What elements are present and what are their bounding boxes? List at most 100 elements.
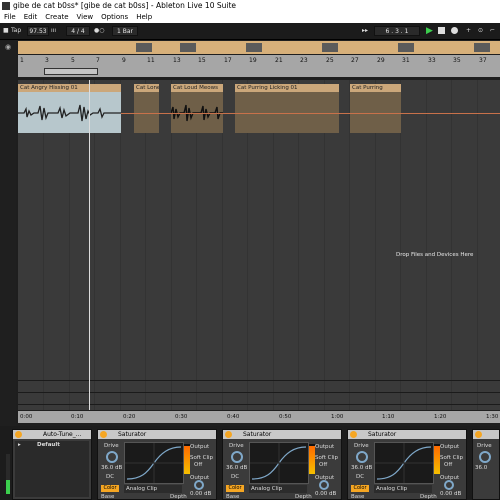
automation-line[interactable] [121,113,500,114]
device-power-icon[interactable] [100,431,107,438]
mode-select[interactable]: Analog Clip [374,485,432,493]
bar-label: 7 [96,57,100,64]
saturator-device[interactable]: Saturator Drive 36.0 dB DC Color Base An… [347,429,467,500]
arrangement-view[interactable]: Cat Angry Hissing 01 Cat Lonel Cat Loud … [18,80,500,410]
saturator-device[interactable]: Saturator Drive 36.0 dB DC Color Base An… [97,429,217,500]
output-knob[interactable] [444,480,454,490]
device-title: Auto-Tune_... [43,431,82,438]
audio-clip[interactable]: Cat Loud Meows [171,84,223,133]
menu-view[interactable]: View [73,12,98,23]
menu-create[interactable]: Create [41,12,72,23]
saturator-device-partial[interactable]: Drive 36.0 [472,429,500,500]
menu-help[interactable]: Help [132,12,156,23]
audio-clip[interactable]: Cat Purring [350,84,401,133]
dc-toggle[interactable]: DC [231,474,239,480]
output-value[interactable]: 0.00 dB [190,491,211,497]
softclip-label: Soft Clip [315,455,338,461]
output-value[interactable]: 0.00 dB [315,491,336,497]
rack-device[interactable]: Auto-Tune_... ▸ Default [12,429,92,500]
saturator-device[interactable]: Saturator Drive 36.0 dB DC Color Base An… [222,429,342,500]
device-power-icon[interactable] [15,431,22,438]
audio-clip[interactable]: Cat Lonel [134,84,159,133]
softclip-value[interactable]: Off [444,462,452,468]
drive-label: Drive [104,443,119,449]
overview-block [398,43,414,52]
bar-label: 1 [20,57,24,64]
time-signature-field[interactable]: 4 / 4 [66,26,90,36]
drive-knob[interactable] [106,451,118,463]
tempo-field[interactable]: 97.53 [27,26,49,36]
time-label: 0:00 [20,414,33,420]
session-record-icon[interactable]: + [466,26,471,36]
play-icon[interactable]: ▶ [426,26,433,36]
drive-value[interactable]: 36.0 [475,465,487,471]
audio-clip[interactable]: Cat Purring Licking 01 [235,84,339,133]
drive-value[interactable]: 36.0 dB [351,465,372,471]
output-knob[interactable] [319,480,329,490]
metronome-icon[interactable]: ●○ [94,26,104,36]
rack-chain-list[interactable]: ▸ Default [15,441,89,497]
time-label: 1:20 [434,414,447,420]
softclip-value[interactable]: Off [194,462,202,468]
dc-toggle[interactable]: DC [356,474,364,480]
menu-file[interactable]: File [0,12,20,23]
color-toggle[interactable]: Color [101,485,119,492]
ext-sync-icon[interactable]: ■ [3,26,9,36]
menu-edit[interactable]: Edit [20,12,42,23]
drive-knob[interactable] [231,451,243,463]
output-meter [184,444,190,474]
depth-label: Depth [420,494,437,500]
tap-button[interactable]: Tap [11,26,21,36]
color-toggle[interactable]: Color [226,485,244,492]
expand-icon[interactable]: ◉ [5,43,11,51]
mode-select[interactable]: Analog Clip [249,485,307,493]
bar-label: 11 [147,57,155,64]
loop-icon[interactable]: ⊙ [478,26,483,36]
quantize-select[interactable]: 1 Bar [112,26,138,36]
bar-label: 15 [198,57,206,64]
output-knob[interactable] [194,480,204,490]
drive-knob[interactable] [479,451,491,463]
follow-icon[interactable]: ▸▸ [362,26,368,36]
audio-clip[interactable]: Cat Angry Hissing 01 [18,84,121,133]
chain-expand-icon[interactable]: ▸ [18,442,21,448]
waveshaper-curve [374,442,434,484]
time-label: 0:50 [279,414,292,420]
loop-brace[interactable] [44,68,98,75]
time-ruler[interactable]: 0:00 0:10 0:20 0:30 0:40 0:50 1:00 1:10 … [18,411,500,423]
arrangement-overview[interactable] [18,41,500,54]
color-toggle[interactable]: Color [351,485,369,492]
bar-label: 13 [173,57,181,64]
device-title: Saturator [243,431,272,438]
clip-name: Cat Purring [350,84,401,92]
device-power-icon[interactable] [225,431,232,438]
softclip-label: Soft Clip [190,455,213,461]
bar-label: 27 [351,57,359,64]
mode-select[interactable]: Analog Clip [124,485,182,493]
softclip-value[interactable]: Off [319,462,327,468]
stop-icon[interactable] [438,27,445,34]
output-value[interactable]: 0.00 dB [440,491,461,497]
time-label: 1:00 [331,414,344,420]
bar-label: 33 [428,57,436,64]
waveshaper-curve [249,442,309,484]
drive-value[interactable]: 36.0 dB [226,465,247,471]
window-title: gibe de cat b0ss* [gibe de cat b0ss] - A… [13,1,237,10]
bar-label: 35 [453,57,461,64]
beat-time-ruler[interactable]: 1 3 5 7 9 11 13 15 17 19 21 23 25 27 29 … [18,55,500,77]
punch-icon[interactable]: ⌐ [490,26,495,36]
song-position-field[interactable]: 6 . 3 . 1 [374,26,420,36]
output-label: Output [315,444,335,450]
drive-value[interactable]: 36.0 dB [101,465,122,471]
base-label: Base [101,494,115,500]
nudge-icon[interactable]: ııı [51,26,56,36]
menu-options[interactable]: Options [97,12,132,23]
dc-toggle[interactable]: DC [106,474,114,480]
drive-knob[interactable] [356,451,368,463]
record-icon[interactable] [451,27,458,34]
device-power-icon[interactable] [475,431,482,438]
rack-preset-name: Default [37,442,60,448]
base-label: Base [226,494,240,500]
overview-block [474,43,490,52]
device-power-icon[interactable] [350,431,357,438]
